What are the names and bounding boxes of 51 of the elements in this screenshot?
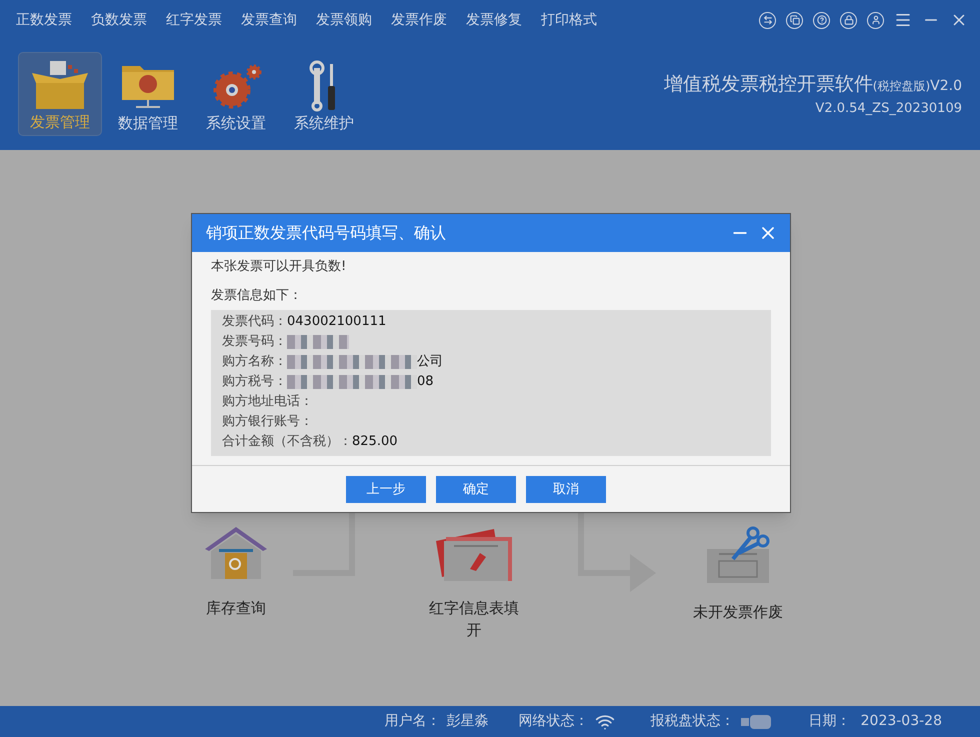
toolbar-tab[interactable]: 系统维护 <box>282 52 366 136</box>
box-icon <box>30 58 90 110</box>
help-icon[interactable] <box>813 12 830 28</box>
field-label: 购方银行账号： <box>222 413 313 432</box>
copy-icon[interactable] <box>786 12 803 28</box>
field-label: 购方税号： <box>222 373 287 392</box>
field-value: 08 <box>417 373 434 392</box>
dialog-button[interactable]: 上一步 <box>346 476 426 503</box>
user-name: 彭星淼 <box>446 712 489 731</box>
dialog-button[interactable]: 确定 <box>436 476 516 503</box>
menu-item[interactable]: 发票查询 <box>241 10 297 30</box>
flow-step[interactable]: 未开发票作废 <box>693 601 783 623</box>
network-label: 网络状态： <box>518 712 589 731</box>
app-version: V2.0.54_ZS_20230109 <box>815 100 962 118</box>
menu-item[interactable]: 发票作废 <box>391 10 447 30</box>
menu-item[interactable]: 红字发票 <box>166 10 222 30</box>
dialog-title: 销项正数发票代码号码填写、确认 <box>206 222 446 244</box>
field-label: 发票号码： <box>222 333 287 352</box>
menu-item[interactable]: 负数发票 <box>91 10 147 30</box>
date-value: 2023-03-28 <box>860 712 942 731</box>
menu-item[interactable]: 发票修复 <box>466 10 522 30</box>
app-version-short: V2.0 <box>930 77 962 96</box>
user-label: 用户名： <box>384 712 441 731</box>
swap-icon[interactable] <box>759 12 776 28</box>
menu-item[interactable]: 正数发票 <box>16 10 72 30</box>
app-edition: (税控盘版) <box>872 78 930 95</box>
toolbar-tab[interactable]: 发票管理 <box>18 52 102 136</box>
date-label: 日期： <box>808 712 851 731</box>
info-heading: 发票信息如下： <box>211 286 303 304</box>
app-title: 增值税发票税控开票软件 <box>664 72 873 97</box>
usb-disk-icon <box>740 714 771 730</box>
menu-item[interactable]: 打印格式 <box>541 10 597 30</box>
toolbar-tab[interactable]: 数据管理 <box>106 52 190 136</box>
lock-icon[interactable] <box>840 12 857 28</box>
pixelated-redaction <box>287 335 349 349</box>
dialog-button[interactable]: 取消 <box>526 476 606 503</box>
flow-step[interactable]: 红字信息表填开 <box>424 597 524 641</box>
toolbar-tab[interactable]: 系统设置 <box>194 52 278 136</box>
field-value: 825.00 <box>352 433 398 452</box>
field-label: 发票代码： <box>222 313 287 332</box>
field-value: 043002100111 <box>287 313 386 332</box>
field-label: 购方地址电话： <box>222 393 313 412</box>
flow-step[interactable]: 库存查询 <box>206 597 266 619</box>
tax-disk-label: 报税盘状态： <box>650 712 735 731</box>
user-icon[interactable] <box>867 12 884 28</box>
field-label: 购方名称： <box>222 353 287 372</box>
field-label: 合计金额（不含税）： <box>222 433 352 452</box>
dialog-message: 本张发票可以开具负数! <box>211 258 348 276</box>
field-value: 公司 <box>417 353 443 372</box>
menu-icon[interactable] <box>894 11 912 29</box>
menu-item[interactable]: 发票领购 <box>316 10 372 30</box>
